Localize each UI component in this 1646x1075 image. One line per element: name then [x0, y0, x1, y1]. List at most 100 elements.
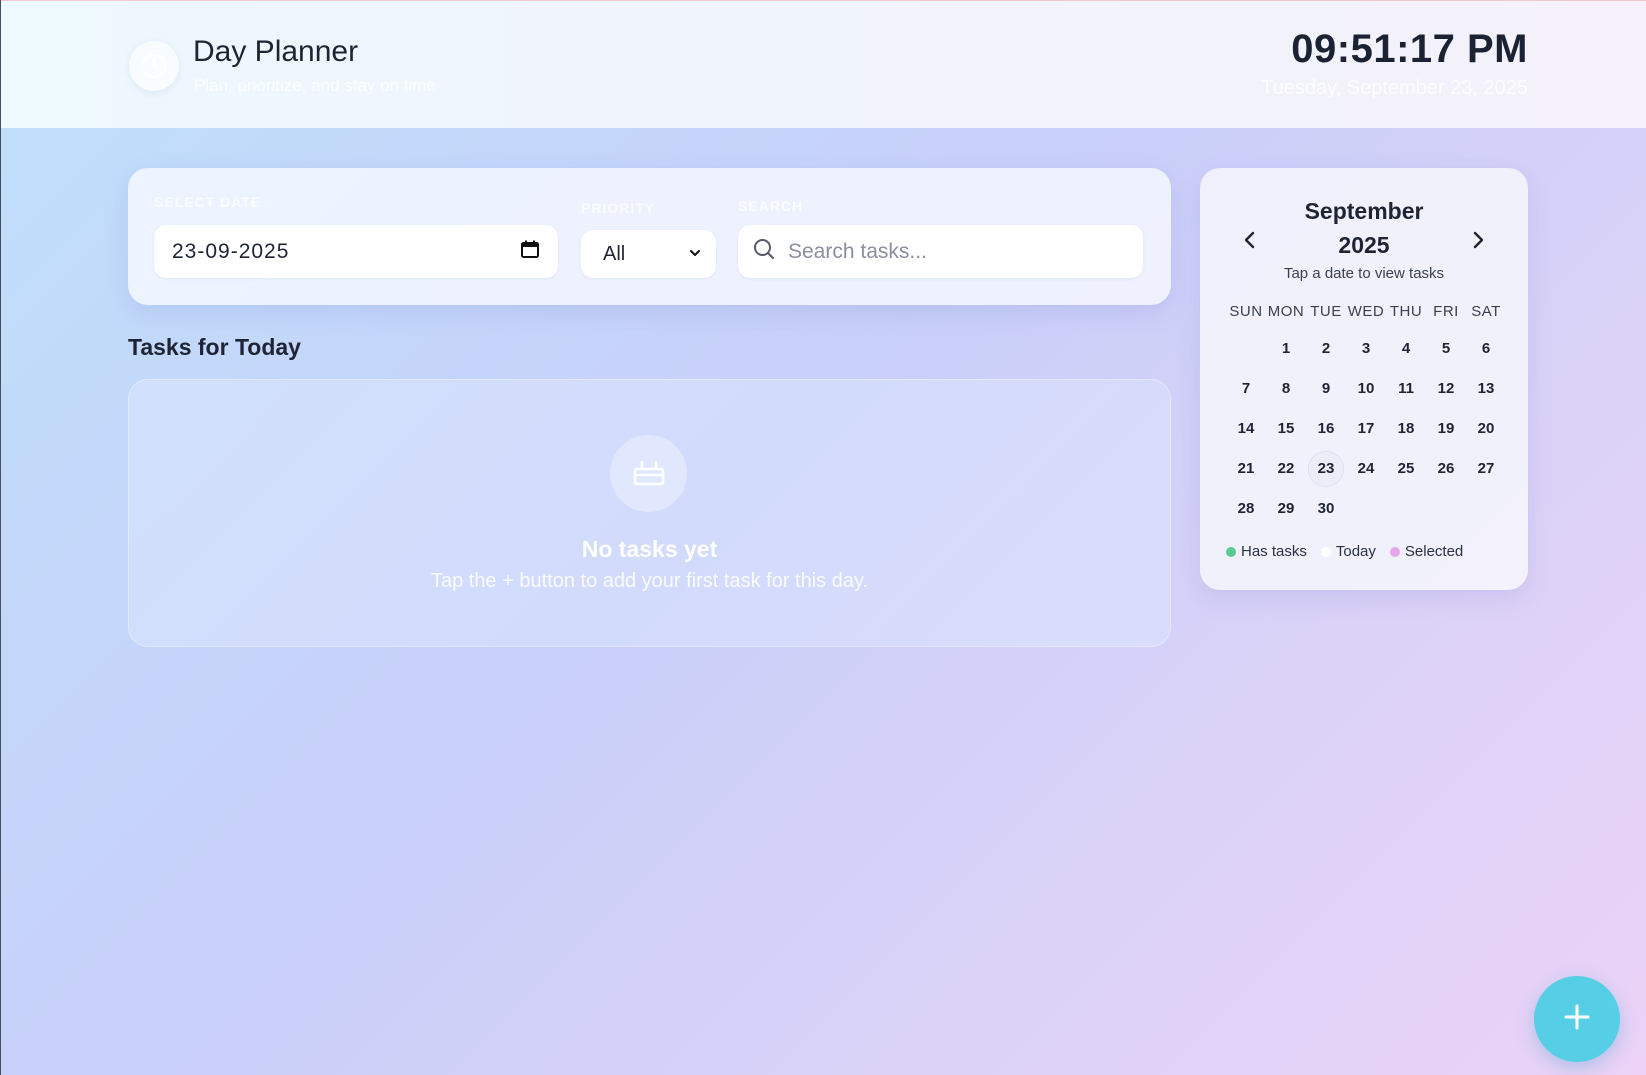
- calendar-day-10[interactable]: 10: [1346, 369, 1386, 409]
- date-value: 23-09-2025: [172, 239, 290, 263]
- window-edge: [0, 0, 1, 1075]
- next-month-button[interactable]: [1466, 228, 1490, 252]
- calendar-day-29[interactable]: 29: [1266, 489, 1306, 529]
- calendar-day-26[interactable]: 26: [1426, 449, 1466, 489]
- clock-icon: [129, 41, 179, 91]
- legend-item: Today: [1320, 543, 1376, 560]
- legend-dot-icon: [1226, 546, 1236, 557]
- legend-item: Has tasks: [1226, 543, 1307, 560]
- calendar-day-label: 17: [1357, 420, 1375, 437]
- calendar-day-21[interactable]: 21: [1226, 449, 1266, 489]
- plus-icon: [1562, 1002, 1592, 1037]
- calendar-day-9[interactable]: 9: [1306, 369, 1346, 409]
- calendar-day-label: 1: [1281, 340, 1291, 357]
- calendar-day-22[interactable]: 22: [1266, 449, 1306, 489]
- calendar-day-label: 7: [1241, 380, 1251, 397]
- legend-dot-icon: [1320, 546, 1331, 557]
- calendar-day-label: 15: [1277, 420, 1295, 437]
- calendar-day-23[interactable]: 23: [1306, 449, 1346, 489]
- calendar-day-28[interactable]: 28: [1226, 489, 1266, 529]
- weekday-label: FRI: [1433, 303, 1459, 320]
- calendar-day-2[interactable]: 2: [1306, 329, 1346, 369]
- app-header: Day Planner Plan, prioritize, and stay o…: [1, 0, 1646, 128]
- search-label: SEARCH: [738, 198, 804, 214]
- calendar-day-label: 30: [1317, 500, 1335, 517]
- calendar-icon[interactable]: [520, 239, 540, 265]
- calendar-day-label: 24: [1357, 460, 1375, 477]
- calendar-day-label: 4: [1401, 340, 1411, 357]
- legend-label: Today: [1335, 543, 1376, 560]
- app-subtitle: Plan, prioritize, and stay on time: [194, 76, 436, 95]
- calendar-day-label: 21: [1237, 460, 1255, 477]
- calendar-day-label: 6: [1481, 340, 1491, 357]
- calendar-day-label: 13: [1477, 380, 1495, 397]
- calendar-day-25[interactable]: 25: [1386, 449, 1426, 489]
- calendar-day-4[interactable]: 4: [1386, 329, 1426, 369]
- calendar-day-12[interactable]: 12: [1426, 369, 1466, 409]
- tasks-heading-prefix: Tasks for: [128, 334, 229, 360]
- calendar-day-20[interactable]: 20: [1466, 409, 1506, 449]
- calendar-day-label: 10: [1357, 380, 1375, 397]
- calendar-day-label: 2: [1321, 340, 1331, 357]
- weekday-label: MON: [1267, 303, 1305, 320]
- calendar-day-7[interactable]: 7: [1226, 369, 1266, 409]
- calendar-day-15[interactable]: 15: [1266, 409, 1306, 449]
- search-icon: [752, 237, 776, 266]
- calendar-day-label: 8: [1281, 380, 1291, 397]
- calendar-day-label: 26: [1437, 460, 1455, 477]
- search-box[interactable]: [738, 225, 1143, 278]
- tasks-heading: Tasks for Today: [128, 334, 301, 361]
- calendar-day-label: 12: [1437, 380, 1455, 397]
- calendar-day-6[interactable]: 6: [1466, 329, 1506, 369]
- priority-label: PRIORITY: [581, 200, 656, 216]
- calendar-day-label: 27: [1477, 460, 1495, 477]
- weekday-label: THU: [1389, 303, 1423, 320]
- calendar-day-18[interactable]: 18: [1386, 409, 1426, 449]
- calendar-day-label: 18: [1397, 420, 1415, 437]
- calendar-blank: [1226, 329, 1266, 369]
- weekday-label: SUN: [1229, 303, 1263, 320]
- add-task-button[interactable]: [1534, 976, 1620, 1062]
- date-input[interactable]: 23-09-2025: [154, 225, 558, 278]
- legend-dot-icon: [1389, 546, 1400, 557]
- calendar-day-3[interactable]: 3: [1346, 329, 1386, 369]
- priority-select[interactable]: All: [581, 230, 716, 278]
- calendar-widget: September 2025 Tap a date to view tasks …: [1200, 168, 1528, 590]
- chevron-down-icon: [688, 243, 702, 266]
- calendar-day-8[interactable]: 8: [1266, 369, 1306, 409]
- calendar-day-17[interactable]: 17: [1346, 409, 1386, 449]
- calendar-day-label: 28: [1237, 500, 1255, 517]
- basket-icon: [610, 435, 687, 512]
- legend-label: Selected: [1404, 543, 1464, 560]
- calendar-day-label: 11: [1398, 380, 1414, 397]
- legend-item: Selected: [1389, 543, 1464, 560]
- calendar-day-13[interactable]: 13: [1466, 369, 1506, 409]
- calendar-day-label: 29: [1277, 500, 1295, 517]
- calendar-day-24[interactable]: 24: [1346, 449, 1386, 489]
- calendar-day-label: 16: [1317, 420, 1335, 437]
- app-title: Day Planner: [193, 35, 359, 68]
- calendar-day-label: 22: [1277, 460, 1295, 477]
- calendar-day-30[interactable]: 30: [1306, 489, 1346, 529]
- calendar-hint: Tap a date to view tasks: [1283, 265, 1445, 282]
- calendar-day-27[interactable]: 27: [1466, 449, 1506, 489]
- calendar-day-16[interactable]: 16: [1306, 409, 1346, 449]
- tasks-empty-state: No tasks yet Tap the + button to add you…: [128, 379, 1171, 647]
- search-input[interactable]: [788, 239, 1118, 264]
- empty-text: Tap the + button to add your first task …: [430, 570, 869, 592]
- empty-title: No tasks yet: [581, 536, 718, 562]
- date-label: SELECT DATE: [154, 194, 262, 210]
- current-date: Tuesday, September 23, 2025: [1261, 77, 1528, 99]
- calendar-day-5[interactable]: 5: [1426, 329, 1466, 369]
- priority-value: All: [603, 242, 626, 265]
- calendar-day-14[interactable]: 14: [1226, 409, 1266, 449]
- calendar-day-1[interactable]: 1: [1266, 329, 1306, 369]
- legend-label: Has tasks: [1241, 543, 1307, 560]
- calendar-day-label: 25: [1397, 460, 1415, 477]
- calendar-day-label: 19: [1437, 420, 1455, 437]
- calendar-day-19[interactable]: 19: [1426, 409, 1466, 449]
- calendar-day-label: 14: [1237, 420, 1255, 437]
- calendar-grid: SUN MON TUE WED THU FRI SAT 1 2 3 4 5 6 7 8 9 10 11 12 13 14…: [1226, 303, 1506, 529]
- calendar-day-label: 20: [1477, 420, 1495, 437]
- calendar-day-11[interactable]: 11: [1386, 369, 1426, 409]
